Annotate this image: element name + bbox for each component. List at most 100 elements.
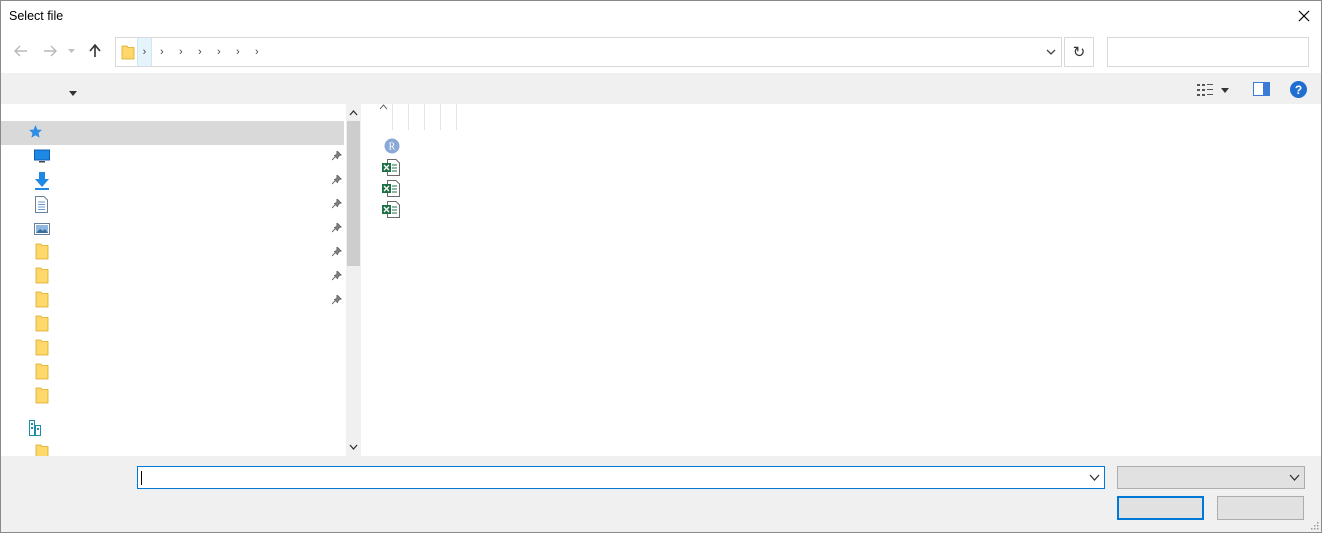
file-dialog: Select file › › › › › › › ↻ ? R [0,0,1322,533]
breadcrumb-separator[interactable]: › [137,38,152,66]
folder-icon [35,339,49,356]
sidebar-item-folder[interactable] [1,265,344,289]
breadcrumb-separator[interactable]: › [160,45,164,59]
folder-icon [35,444,49,456]
sidebar-item-network[interactable] [1,418,344,442]
close-button[interactable] [1287,1,1321,31]
folder-icon [35,267,49,284]
sidebar-item-folder[interactable] [1,385,344,409]
downloads-icon [35,172,49,190]
folder-icon [35,243,49,260]
details-view-icon [1197,84,1213,96]
cancel-button[interactable] [1217,496,1304,520]
preview-pane-icon [1253,82,1270,96]
excel-file-icon [382,159,400,176]
refresh-icon: ↻ [1072,44,1086,61]
folder-icon [35,387,49,404]
quick-access-item[interactable] [1,121,344,145]
filename-combobox[interactable] [137,466,1105,489]
arrow-right-icon [44,45,57,57]
desktop-icon [34,149,50,163]
breadcrumb-separator[interactable]: › [179,45,183,59]
pin-icon [332,175,342,185]
filetype-select[interactable] [1117,466,1305,489]
navigation-scrollbar[interactable] [346,104,361,456]
resize-grip-icon[interactable] [1309,520,1319,530]
breadcrumb-separator[interactable]: › [255,45,259,59]
sidebar-item-documents[interactable] [1,193,344,217]
help-button[interactable]: ? [1290,81,1307,98]
search-input[interactable] [1107,37,1309,67]
pin-icon [332,223,342,233]
excel-file-icon [382,180,400,197]
preview-pane-button[interactable] [1253,82,1270,99]
chevron-down-icon [67,48,75,53]
column-divider[interactable] [392,104,393,130]
scroll-up-button[interactable] [346,106,361,120]
chevron-up-icon [349,110,358,116]
r-file-icon-letter: R [389,142,396,153]
chevron-down-icon [69,91,77,96]
open-button[interactable] [1117,496,1204,520]
sidebar-item-downloads[interactable] [1,169,344,193]
address-bar[interactable]: › › › › › › › [115,37,1062,67]
sidebar-item-pictures[interactable] [1,217,344,241]
column-divider[interactable] [424,104,425,130]
organize-menu-button[interactable] [69,85,77,99]
sort-ascending-icon [379,104,388,110]
excel-file-icon [382,201,400,218]
sidebar-item-folder[interactable] [1,241,344,265]
help-icon: ? [1294,82,1303,97]
sidebar-item-folder[interactable] [1,313,344,337]
sidebar-item-desktop[interactable] [1,145,344,169]
back-button[interactable] [12,42,30,60]
chevron-down-icon [1046,49,1056,55]
column-divider[interactable] [440,104,441,130]
change-view-button[interactable] [1197,82,1237,98]
sidebar-item-folder[interactable] [1,361,344,385]
breadcrumb-separator[interactable]: › [198,45,202,59]
recent-locations-button[interactable] [65,42,77,60]
column-divider[interactable] [456,104,457,130]
chevron-down-icon[interactable] [1089,471,1100,484]
scroll-down-button[interactable] [346,440,361,454]
chevron-down-icon [1221,87,1229,93]
quick-access-star-icon [29,125,42,138]
up-button[interactable] [86,42,104,60]
folder-icon [121,45,135,60]
arrow-left-icon [14,45,27,57]
navigation-pane [1,104,346,456]
pin-icon [332,295,342,305]
arrow-up-icon [89,44,101,57]
breadcrumb-separator[interactable]: › [236,45,240,59]
forward-button[interactable] [41,42,59,60]
file-row[interactable] [382,159,682,179]
file-row[interactable] [382,180,682,200]
file-row[interactable] [382,201,682,221]
sidebar-item-folder[interactable] [1,442,344,456]
sidebar-item-folder[interactable] [1,337,344,361]
column-divider[interactable] [408,104,409,130]
pin-icon [332,151,342,161]
window-title: Select file [9,9,64,23]
folder-icon [35,315,49,332]
navigation-bar: › › › › › › › ↻ [1,32,1321,73]
folder-icon [35,363,49,380]
sidebar-item-folder[interactable] [1,289,344,313]
text-caret [141,471,142,485]
folder-icon [35,291,49,308]
pin-icon [332,271,342,281]
pictures-icon [34,223,50,235]
r-file-icon: R [384,138,400,154]
close-icon [1298,10,1310,22]
pin-icon [332,247,342,257]
documents-icon [35,196,48,213]
scroll-thumb[interactable] [347,121,360,266]
chevron-down-icon [349,444,358,450]
file-row[interactable]: R [382,138,682,158]
address-history-button[interactable] [1043,44,1059,60]
chevron-down-icon [1289,474,1300,481]
breadcrumb-separator[interactable]: › [217,45,221,59]
column-header[interactable] [362,104,482,130]
refresh-button[interactable]: ↻ [1064,37,1094,67]
